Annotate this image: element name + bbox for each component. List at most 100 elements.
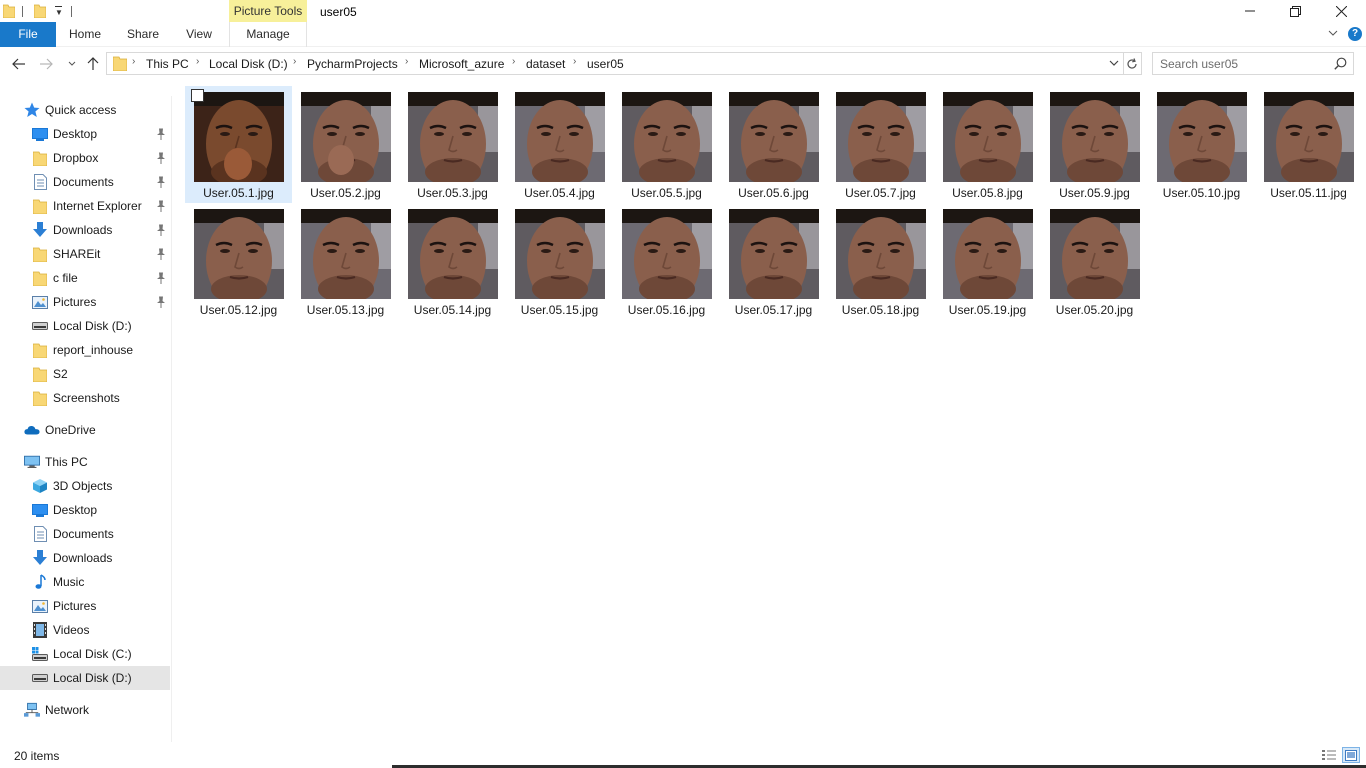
tab-share[interactable]: Share [118, 22, 168, 47]
nav-item-3d-objects[interactable]: 3D Objects [0, 474, 170, 498]
file-item[interactable]: User.05.1.jpg [185, 86, 292, 203]
file-item[interactable]: User.05.16.jpg [613, 203, 720, 320]
pin-icon [156, 272, 166, 284]
nav-item-c-file[interactable]: c file [0, 266, 170, 290]
breadcrumb-pycharmprojects[interactable]: PycharmProjects [307, 57, 398, 71]
close-button[interactable] [1318, 0, 1364, 22]
file-name: User.05.19.jpg [948, 303, 1027, 317]
nav-item-downloads[interactable]: Downloads [0, 546, 170, 570]
nav-item-downloads[interactable]: Downloads [0, 218, 170, 242]
nav-item-videos[interactable]: Videos [0, 618, 170, 642]
nav-item-pictures[interactable]: Pictures [0, 290, 170, 314]
image-thumbnail [943, 209, 1033, 299]
nav-item-local-disk-c[interactable]: Local Disk (C:) [0, 642, 170, 666]
file-item[interactable]: User.05.12.jpg [185, 203, 292, 320]
this-pc-icon [24, 454, 40, 470]
file-item[interactable]: User.05.4.jpg [506, 86, 613, 203]
nav-item-report-inhouse[interactable]: report_inhouse [0, 338, 170, 362]
back-arrow-icon [12, 58, 25, 70]
breadcrumb-separator-icon[interactable]: › [132, 56, 135, 67]
refresh-button[interactable] [1123, 52, 1142, 75]
file-name: User.05.15.jpg [520, 303, 599, 317]
file-item[interactable]: User.05.6.jpg [720, 86, 827, 203]
expand-ribbon-icon[interactable] [1328, 27, 1338, 39]
nav-item-documents[interactable]: Documents [0, 170, 170, 194]
large-icons-view-button[interactable] [1342, 747, 1360, 763]
nav-item-label: Music [53, 575, 85, 589]
file-item[interactable]: User.05.10.jpg [1148, 86, 1255, 203]
search-icon[interactable] [1334, 57, 1347, 70]
address-bar[interactable]: › This PC › Local Disk (D:) › PycharmPro… [106, 52, 1124, 75]
nav-item-desktop[interactable]: Desktop [0, 498, 170, 522]
tab-home[interactable]: Home [60, 22, 110, 47]
breadcrumb-separator-icon[interactable]: › [196, 56, 199, 67]
breadcrumb-local-disk-d[interactable]: Local Disk (D:) [209, 57, 288, 71]
desktop-icon [32, 126, 48, 142]
pictures-icon [32, 598, 48, 614]
details-view-button[interactable] [1320, 747, 1338, 763]
file-item[interactable]: User.05.18.jpg [827, 203, 934, 320]
forward-button[interactable] [36, 54, 56, 74]
nav-item-s2[interactable]: S2 [0, 362, 170, 386]
breadcrumb-microsoft-azure[interactable]: Microsoft_azure [419, 57, 504, 71]
system-drive-icon [32, 646, 48, 662]
new-folder-icon[interactable] [34, 4, 46, 18]
folder-icon [113, 56, 127, 71]
forward-arrow-icon [40, 58, 53, 70]
tab-manage[interactable]: Manage [229, 22, 307, 47]
nav-item-music[interactable]: Music [0, 570, 170, 594]
nav-item-local-disk-d[interactable]: Local Disk (D:) [0, 666, 170, 690]
breadcrumb-dataset[interactable]: dataset [526, 57, 565, 71]
customize-qat-button[interactable]: ▼ [55, 6, 63, 17]
file-item[interactable]: User.05.14.jpg [399, 203, 506, 320]
back-button[interactable] [9, 54, 29, 74]
search-input[interactable] [1153, 53, 1331, 74]
file-item[interactable]: User.05.20.jpg [1041, 203, 1148, 320]
file-name: User.05.2.jpg [310, 186, 381, 200]
breadcrumb-this-pc[interactable]: This PC [146, 57, 189, 71]
file-item[interactable]: User.05.19.jpg [934, 203, 1041, 320]
breadcrumb-separator-icon[interactable]: › [293, 56, 296, 67]
nav-item-documents[interactable]: Documents [0, 522, 170, 546]
file-item[interactable]: User.05.2.jpg [292, 86, 399, 203]
nav-item-pictures[interactable]: Pictures [0, 594, 170, 618]
nav-item-label: c file [53, 271, 78, 285]
file-item[interactable]: User.05.8.jpg [934, 86, 1041, 203]
file-item[interactable]: User.05.13.jpg [292, 203, 399, 320]
nav-item-desktop[interactable]: Desktop [0, 122, 170, 146]
breadcrumb-separator-icon[interactable]: › [512, 56, 515, 67]
nav-quick-access[interactable]: Quick access [0, 98, 170, 122]
address-history-dropdown-icon[interactable] [1109, 57, 1119, 69]
nav-item-screenshots[interactable]: Screenshots [0, 386, 170, 410]
nav-item-internet-explorer[interactable]: Internet Explorer [0, 194, 170, 218]
file-item[interactable]: User.05.3.jpg [399, 86, 506, 203]
tab-view[interactable]: View [175, 22, 223, 47]
file-item[interactable]: User.05.9.jpg [1041, 86, 1148, 203]
file-item[interactable]: User.05.17.jpg [720, 203, 827, 320]
recent-locations-button[interactable] [62, 54, 82, 74]
file-item[interactable]: User.05.15.jpg [506, 203, 613, 320]
nav-item-dropbox[interactable]: Dropbox [0, 146, 170, 170]
help-icon[interactable]: ? [1348, 27, 1362, 41]
tab-file[interactable]: File [0, 22, 56, 47]
item-checkbox[interactable] [191, 89, 204, 102]
search-box[interactable] [1152, 52, 1354, 75]
file-item[interactable]: User.05.11.jpg [1255, 86, 1362, 203]
minimize-button[interactable] [1227, 0, 1273, 22]
image-thumbnail [194, 92, 284, 182]
nav-onedrive[interactable]: OneDrive [0, 418, 170, 442]
nav-this-pc[interactable]: This PC [0, 450, 170, 474]
breadcrumb-user05[interactable]: user05 [587, 57, 624, 71]
nav-network[interactable]: Network [0, 698, 170, 722]
pin-icon [156, 176, 166, 188]
file-item[interactable]: User.05.5.jpg [613, 86, 720, 203]
breadcrumb-separator-icon[interactable]: › [573, 56, 576, 67]
nav-item-local-disk-d[interactable]: Local Disk (D:) [0, 314, 170, 338]
nav-item-shareit[interactable]: SHAREit [0, 242, 170, 266]
nav-item-label: SHAREit [53, 247, 101, 261]
breadcrumb-separator-icon[interactable]: › [405, 56, 408, 67]
restore-button[interactable] [1272, 0, 1318, 22]
restore-icon [1289, 5, 1301, 17]
up-button[interactable] [83, 54, 103, 74]
file-item[interactable]: User.05.7.jpg [827, 86, 934, 203]
